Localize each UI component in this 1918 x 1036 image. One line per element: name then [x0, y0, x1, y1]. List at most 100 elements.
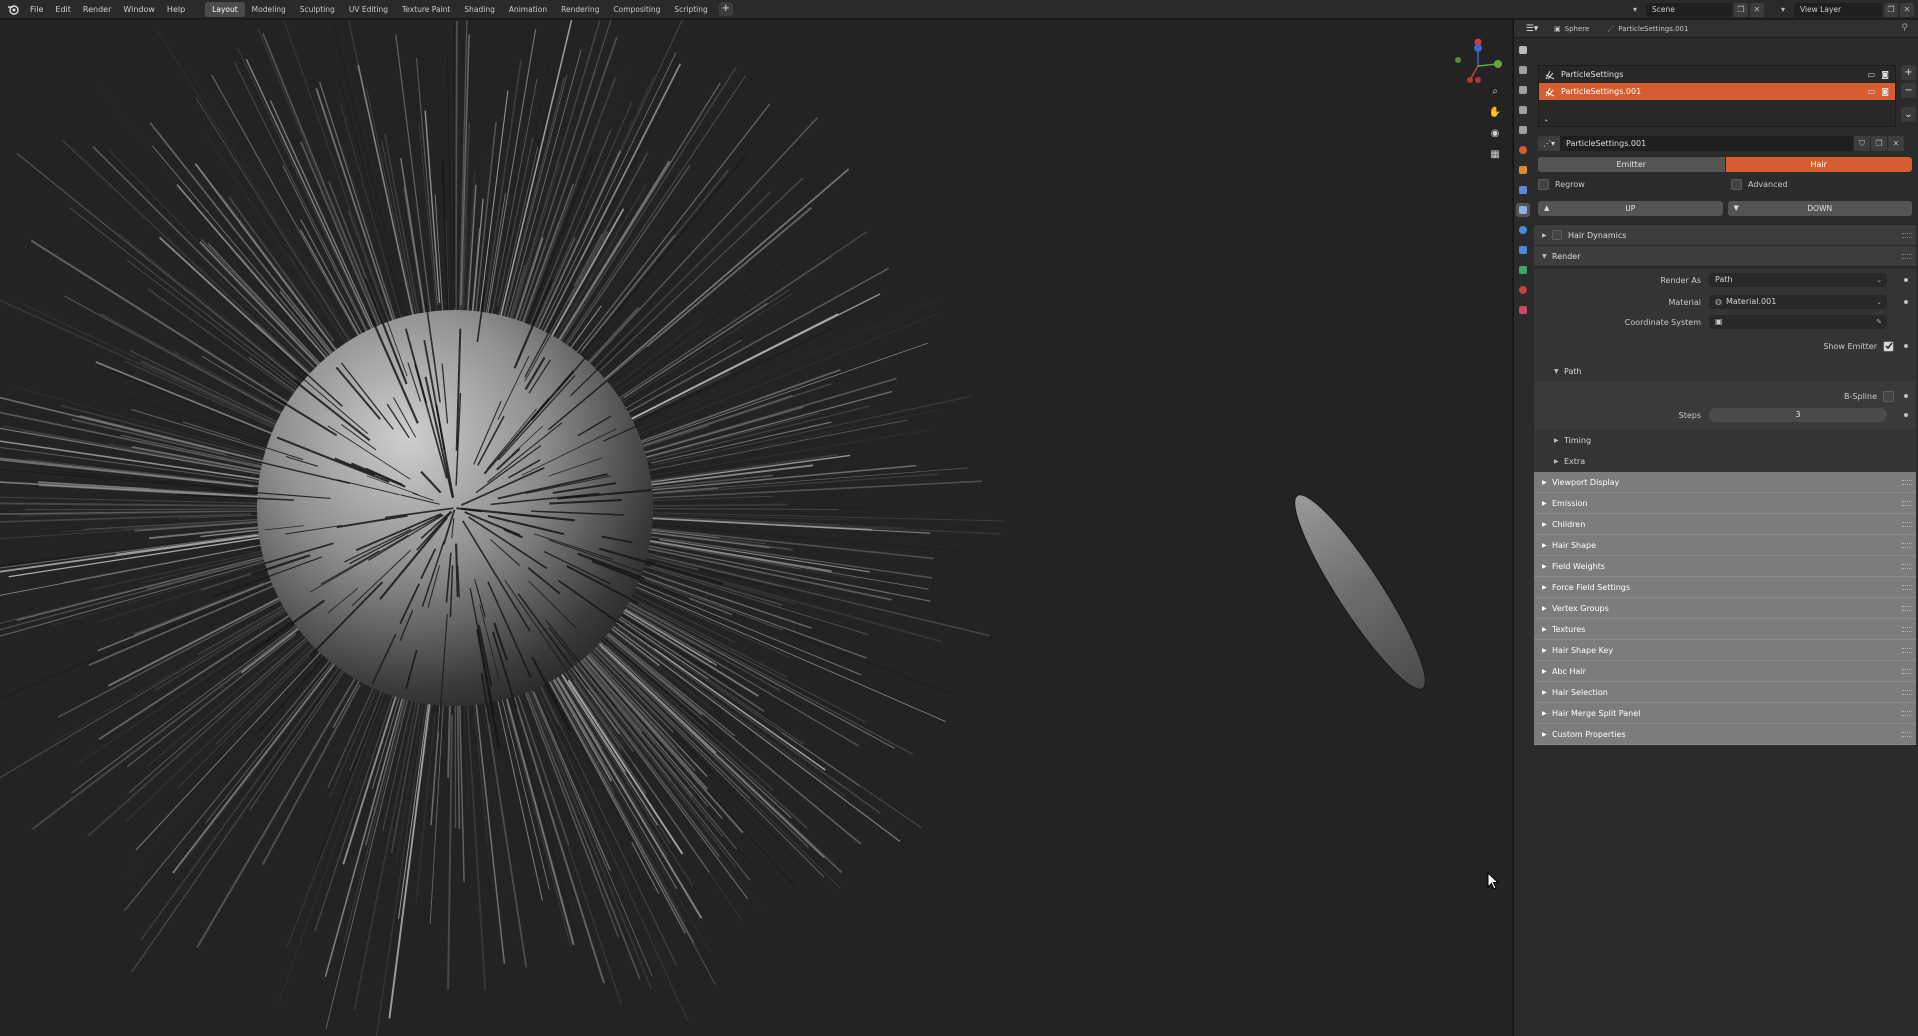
emitter-option[interactable]: Emitter — [1538, 157, 1725, 172]
perspective-toggle-icon[interactable]: ▦ — [1486, 145, 1504, 163]
list-specials-chevron-icon[interactable]: ⌄ — [1901, 107, 1916, 122]
add-particle-system-button[interactable]: + — [1901, 65, 1916, 80]
menu-help[interactable]: Help — [161, 0, 191, 19]
down-button[interactable]: ▼ DOWN — [1727, 201, 1912, 216]
drag-grip-icon[interactable] — [1902, 711, 1912, 716]
tab-shading[interactable]: Shading — [457, 2, 501, 17]
tab-modeling[interactable]: Modeling — [245, 2, 293, 17]
drag-grip-icon[interactable] — [1902, 254, 1912, 259]
subpanel-timing[interactable]: ▶ Timing — [1534, 430, 1916, 451]
camera-icon[interactable]: ◙ — [1881, 70, 1889, 79]
subpanel-extra[interactable]: ▶ Extra — [1534, 451, 1916, 472]
hair-option[interactable]: Hair — [1725, 157, 1912, 172]
output-tab-icon[interactable] — [1516, 83, 1530, 97]
texture-tab-icon[interactable] — [1516, 303, 1530, 317]
delete-view-layer-icon[interactable]: ✕ — [1900, 2, 1914, 17]
view-layer-tab-icon[interactable] — [1516, 103, 1530, 117]
menu-window[interactable]: Window — [117, 0, 161, 19]
panel-hair-shape-key[interactable]: ▶ Hair Shape Key — [1534, 640, 1916, 661]
physics-tab-icon[interactable] — [1516, 223, 1530, 237]
advanced-checkbox[interactable] — [1731, 179, 1742, 190]
unlink-datablock-icon[interactable]: ✕ — [1888, 136, 1904, 151]
constraints-tab-icon[interactable] — [1516, 243, 1530, 257]
panel-hair-shape[interactable]: ▶ Hair Shape — [1534, 535, 1916, 556]
steps-slider[interactable]: 3 — [1709, 408, 1887, 422]
bspline-checkbox[interactable] — [1883, 390, 1894, 402]
camera-view-icon[interactable]: ◉ — [1486, 124, 1504, 142]
tab-uv-editing[interactable]: UV Editing — [342, 2, 395, 17]
duplicate-datablock-icon[interactable]: ❐ — [1871, 136, 1887, 151]
data-tab-icon[interactable] — [1516, 263, 1530, 277]
drag-grip-icon[interactable] — [1902, 543, 1912, 548]
tab-layout[interactable]: Layout — [205, 1, 245, 17]
eyedropper-icon[interactable]: ✎ — [1876, 315, 1882, 329]
scene-name-field[interactable]: Scene — [1646, 2, 1732, 17]
regrow-checkbox-row[interactable]: Regrow — [1538, 179, 1585, 190]
list-item[interactable]: ParticleSettings ▭ ◙ — [1539, 66, 1895, 83]
drag-grip-icon[interactable] — [1902, 564, 1912, 569]
datablock-name-field[interactable]: ParticleSettings.001 — [1560, 136, 1853, 151]
tab-compositing[interactable]: Compositing — [606, 2, 667, 17]
scene-tab-icon[interactable] — [1516, 123, 1530, 137]
panel-hair-merge-split[interactable]: ▶ Hair Merge Split Panel — [1534, 703, 1916, 724]
zoom-icon[interactable]: ⌕ — [1486, 82, 1504, 100]
drag-grip-icon[interactable] — [1902, 501, 1912, 506]
editor-type-icon[interactable]: ☰▾ — [1520, 22, 1544, 36]
material-dropdown[interactable]: ◍ Material.001 ⌄ — [1709, 295, 1887, 309]
tab-rendering[interactable]: Rendering — [554, 2, 606, 17]
drag-grip-icon[interactable] — [1902, 585, 1912, 590]
pan-hand-icon[interactable]: ✋ — [1486, 103, 1504, 121]
drag-grip-icon[interactable] — [1902, 732, 1912, 737]
monitor-icon[interactable]: ▭ — [1868, 70, 1876, 79]
drag-grip-icon[interactable] — [1902, 233, 1912, 238]
particles-tab-icon[interactable] — [1516, 203, 1530, 217]
subpanel-path[interactable]: ▼ Path — [1534, 361, 1916, 382]
panel-render[interactable]: ▼ Render — [1534, 246, 1916, 267]
add-workspace-button[interactable]: + — [718, 2, 733, 16]
object-tab-icon[interactable] — [1516, 163, 1530, 177]
panel-textures[interactable]: ▶ Textures — [1534, 619, 1916, 640]
show-emitter-checkbox[interactable] — [1883, 340, 1894, 352]
drag-grip-icon[interactable] — [1902, 669, 1912, 674]
list-item[interactable]: ParticleSettings.001 ▭ ◙ — [1539, 83, 1895, 100]
material-tab-icon[interactable] — [1516, 283, 1530, 297]
tab-texture-paint[interactable]: Texture Paint — [395, 2, 457, 17]
regrow-checkbox[interactable] — [1538, 179, 1549, 190]
drag-grip-icon[interactable] — [1902, 606, 1912, 611]
scene-icon[interactable]: ▾ — [1628, 2, 1642, 17]
view-layer-icon[interactable]: ▾ — [1776, 2, 1790, 17]
drag-grip-icon[interactable] — [1902, 627, 1912, 632]
drag-grip-icon[interactable] — [1902, 648, 1912, 653]
panel-abc-hair[interactable]: ▶ Abc Hair — [1534, 661, 1916, 682]
blender-logo-icon[interactable] — [6, 2, 20, 16]
tab-scripting[interactable]: Scripting — [667, 2, 714, 17]
tab-sculpting[interactable]: Sculpting — [293, 2, 342, 17]
tool-tab-icon[interactable] — [1516, 43, 1530, 57]
coordinate-system-field[interactable]: ▣ ✎ — [1709, 315, 1887, 329]
panel-custom-properties[interactable]: ▶ Custom Properties — [1534, 724, 1916, 745]
menu-file[interactable]: File — [24, 0, 49, 19]
modifier-tab-icon[interactable] — [1516, 183, 1530, 197]
world-tab-icon[interactable] — [1516, 143, 1530, 157]
panel-viewport-display[interactable]: ▶ Viewport Display — [1534, 472, 1916, 493]
new-view-layer-icon[interactable]: ❐ — [1884, 2, 1898, 17]
animate-property-icon[interactable] — [1904, 300, 1908, 304]
advanced-checkbox-row[interactable]: Advanced — [1731, 179, 1788, 190]
menu-edit[interactable]: Edit — [49, 0, 77, 19]
datablock-browse-icon[interactable]: ⋰▾ — [1538, 136, 1560, 151]
delete-scene-icon[interactable]: ✕ — [1750, 2, 1764, 17]
camera-icon[interactable]: ◙ — [1881, 87, 1889, 96]
panel-hair-selection[interactable]: ▶ Hair Selection — [1534, 682, 1916, 703]
monitor-icon[interactable]: ▭ — [1868, 87, 1876, 96]
panel-force-field-settings[interactable]: ▶ Force Field Settings — [1534, 577, 1916, 598]
render-tab-icon[interactable] — [1516, 63, 1530, 77]
list-resize-handle-icon[interactable]: ▸ — [1545, 117, 1548, 124]
remove-particle-system-button[interactable]: − — [1901, 83, 1916, 98]
bspline-toggle[interactable]: B-Spline — [1844, 390, 1894, 402]
panel-vertex-groups[interactable]: ▶ Vertex Groups — [1534, 598, 1916, 619]
new-scene-icon[interactable]: ❐ — [1734, 2, 1748, 17]
render-as-dropdown[interactable]: Path ⌄ — [1709, 273, 1887, 287]
animate-property-icon[interactable] — [1904, 278, 1908, 282]
animate-property-icon[interactable] — [1904, 394, 1908, 398]
panel-children[interactable]: ▶ Children — [1534, 514, 1916, 535]
